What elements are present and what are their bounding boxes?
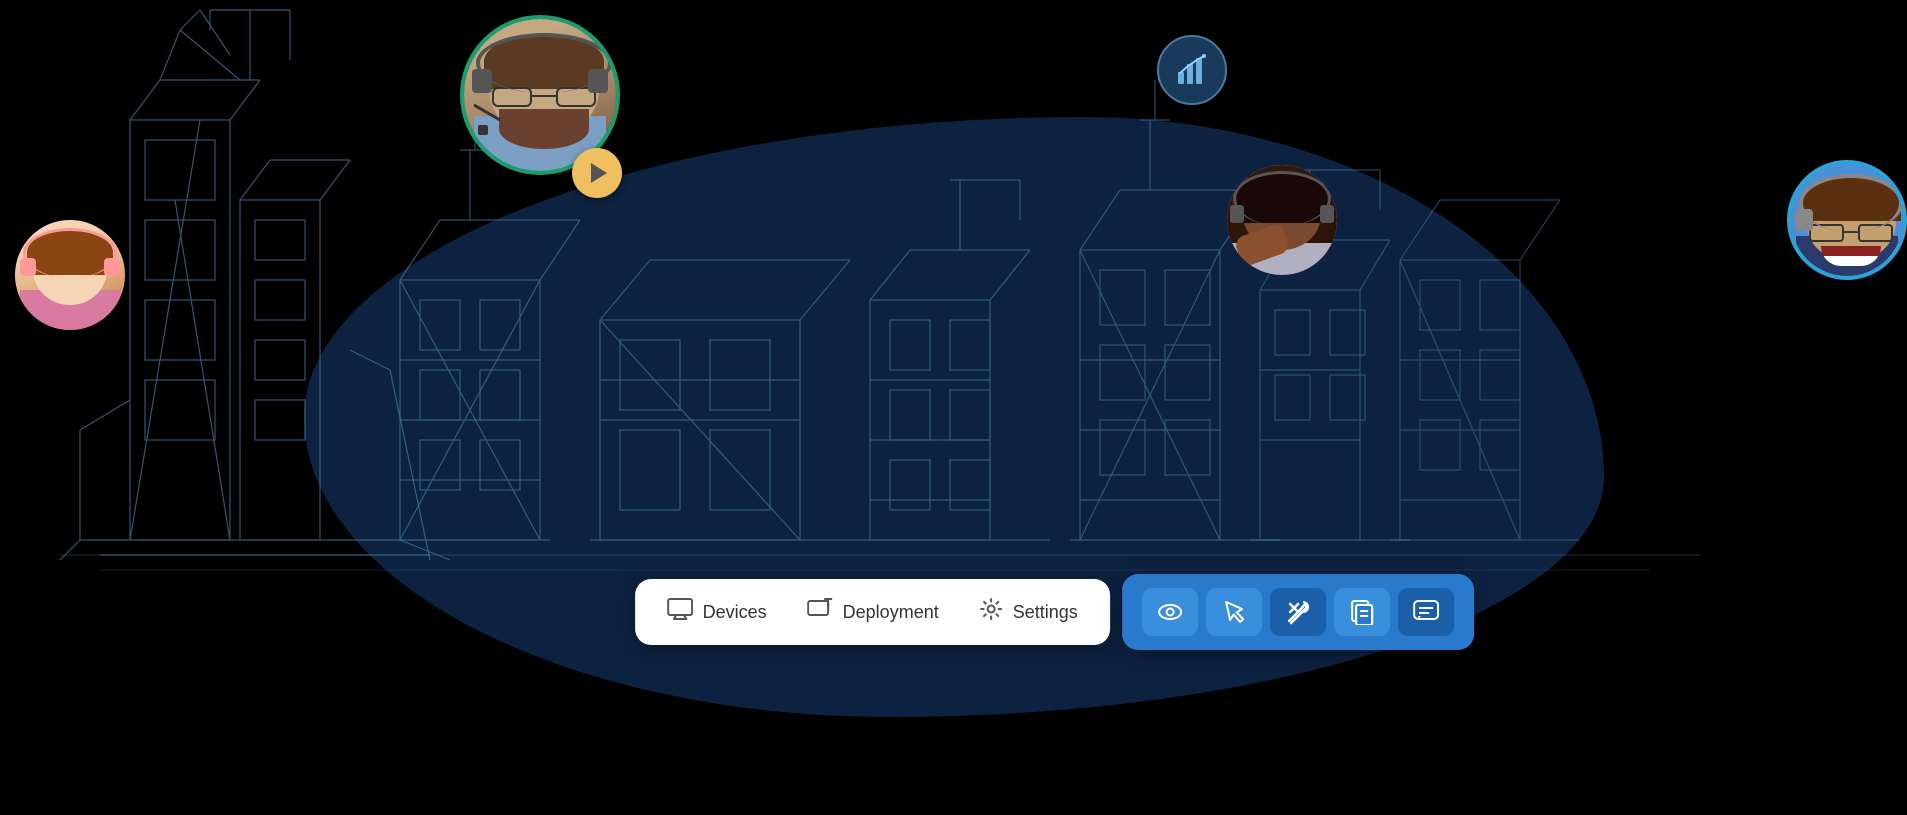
gear-svg-icon [979,597,1003,621]
monitor-icon [667,598,693,626]
tools-icon [1285,599,1311,625]
deployment-icon [807,598,833,626]
menu-item-devices[interactable]: Devices [667,598,767,626]
settings-icon [979,597,1003,627]
devices-label: Devices [703,602,767,623]
chat-icon [1413,600,1439,624]
deployment-label: Deployment [843,602,939,623]
menu-item-settings[interactable]: Settings [979,597,1078,627]
blue-toolbar-pill [1122,574,1474,650]
visibility-button[interactable] [1142,588,1198,636]
avatar-woman-left [15,220,125,330]
deployment-svg-icon [807,598,833,620]
cursor-button[interactable] [1206,588,1262,636]
toolbar-container: Devices Deployment [635,574,1474,650]
tools-button[interactable] [1270,588,1326,636]
play-button[interactable] [572,148,622,198]
devices-svg-icon [667,598,693,620]
menu-item-deployment[interactable]: Deployment [807,598,939,626]
chat-button[interactable] [1398,588,1454,636]
stats-icon-circle[interactable] [1157,35,1227,105]
avatar-woman-mid-right [1227,165,1337,275]
layers-button[interactable] [1334,588,1390,636]
white-menu-pill: Devices Deployment [635,579,1110,645]
avatar-man-far-right [1787,160,1907,280]
eye-icon [1157,601,1183,623]
layers-icon [1350,599,1374,625]
architecture-sketch [0,0,1907,810]
cursor-icon [1223,600,1245,624]
settings-label: Settings [1013,602,1078,623]
bar-chart-icon [1174,52,1210,88]
main-scene: Devices Deployment [0,0,1907,810]
